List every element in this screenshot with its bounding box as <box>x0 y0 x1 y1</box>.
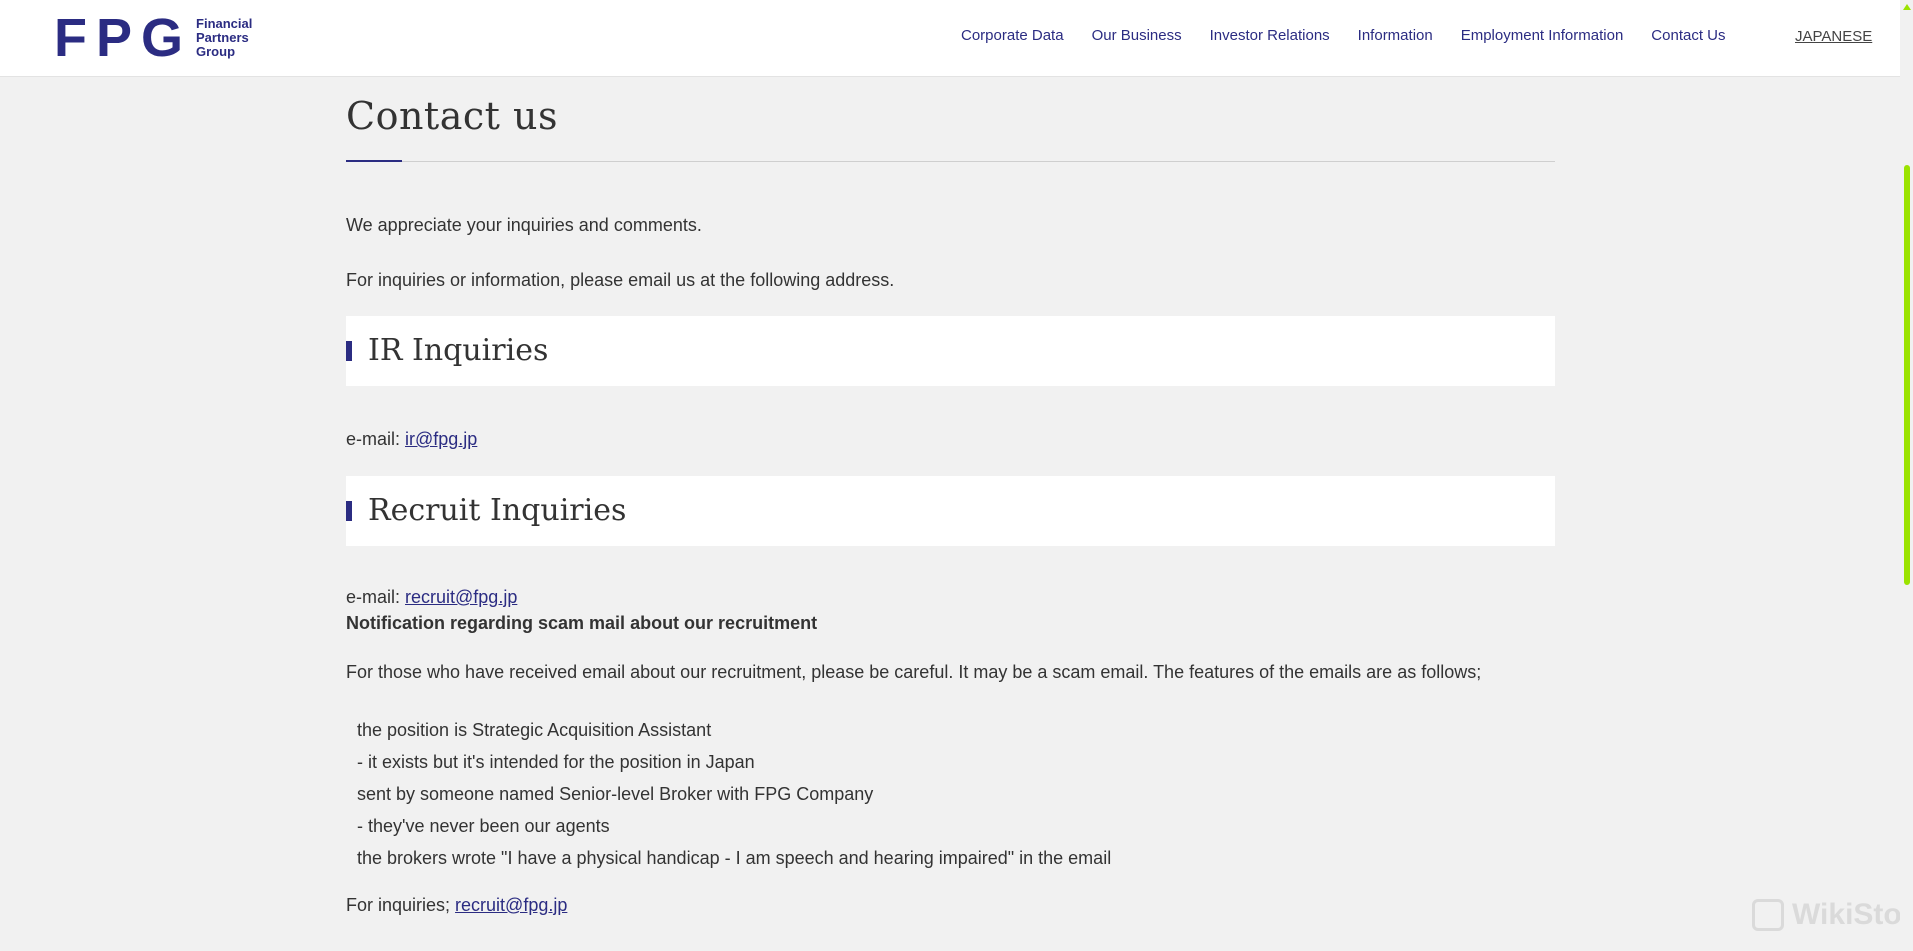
scrollbar-thumb[interactable] <box>1904 165 1910 585</box>
list-item: - it exists but it's intended for the po… <box>357 752 755 772</box>
ir-email-link[interactable]: ir@fpg.jp <box>405 429 477 449</box>
logo-line-3: Group <box>196 44 236 59</box>
list-item: sent by someone named Senior-level Broke… <box>357 784 874 804</box>
ir-email-label: e-mail: <box>346 429 406 449</box>
main-content: Contact us We appreciate your inquiries … <box>346 76 1555 918</box>
final-inquiries-label: For inquiries; <box>346 895 456 915</box>
final-email-link[interactable]: recruit@fpg.jp <box>455 895 567 915</box>
page-scrollbar[interactable] <box>1900 0 1913 951</box>
ir-inquiries-section: IR Inquiries <box>346 316 1555 386</box>
watermark: WikiStock <box>1752 898 1913 932</box>
intro-text-2: For inquiries or information, please ema… <box>346 270 895 290</box>
fpg-logo[interactable]: FPG Financial Partners Group <box>54 8 252 68</box>
title-accent-line <box>346 160 402 162</box>
recruit-inquiries-section: Recruit Inquiries <box>346 476 1555 546</box>
nav-our-business[interactable]: Our Business <box>1092 27 1182 44</box>
logo-mark: FPG <box>54 8 193 68</box>
scam-notice-text: For those who have received email about … <box>346 662 1482 682</box>
nav-investor-relations[interactable]: Investor Relations <box>1210 27 1330 44</box>
nav-information[interactable]: Information <box>1358 27 1433 44</box>
logo-text: Financial Partners Group <box>196 17 252 59</box>
scam-notice-title: Notification regarding scam mail about o… <box>346 613 818 633</box>
language-switch-link[interactable]: JAPANESE <box>1795 28 1872 45</box>
watermark-text: WikiStock <box>1792 898 1913 931</box>
list-item: the position is Strategic Acquisition As… <box>357 720 712 740</box>
site-header: FPG Financial Partners Group Corporate D… <box>0 0 1900 77</box>
watermark-icon <box>1752 899 1784 931</box>
intro-text-1: We appreciate your inquiries and comment… <box>346 215 702 235</box>
final-inquiries-row: For inquiries; recruit@fpg.jp <box>346 892 1555 918</box>
nav-employment-information[interactable]: Employment Information <box>1461 27 1624 44</box>
ir-email-row: e-mail: ir@fpg.jp <box>346 426 1555 452</box>
title-divider <box>346 160 1555 162</box>
recruit-inquiries-heading: Recruit Inquiries <box>368 493 627 528</box>
section-accent-bar <box>346 501 352 521</box>
ir-inquiries-heading: IR Inquiries <box>368 333 549 368</box>
list-item: the brokers wrote "I have a physical han… <box>357 848 1112 868</box>
page-title: Contact us <box>346 94 558 138</box>
main-nav: Corporate Data Our Business Investor Rel… <box>961 27 1754 44</box>
logo-line-1: Financial <box>196 16 253 31</box>
scroll-up-arrow-icon[interactable] <box>1903 4 1911 10</box>
logo-line-2: Partners <box>196 30 249 45</box>
nav-corporate-data[interactable]: Corporate Data <box>961 27 1064 44</box>
scam-features-list: the position is Strategic Acquisition As… <box>346 714 1555 874</box>
nav-contact-us[interactable]: Contact Us <box>1651 27 1725 44</box>
list-item: - they've never been our agents <box>357 816 610 836</box>
recruit-email-row: e-mail: recruit@fpg.jp <box>346 584 1555 610</box>
recruit-email-link[interactable]: recruit@fpg.jp <box>405 587 517 607</box>
section-accent-bar <box>346 341 352 361</box>
recruit-email-label: e-mail: <box>346 587 406 607</box>
